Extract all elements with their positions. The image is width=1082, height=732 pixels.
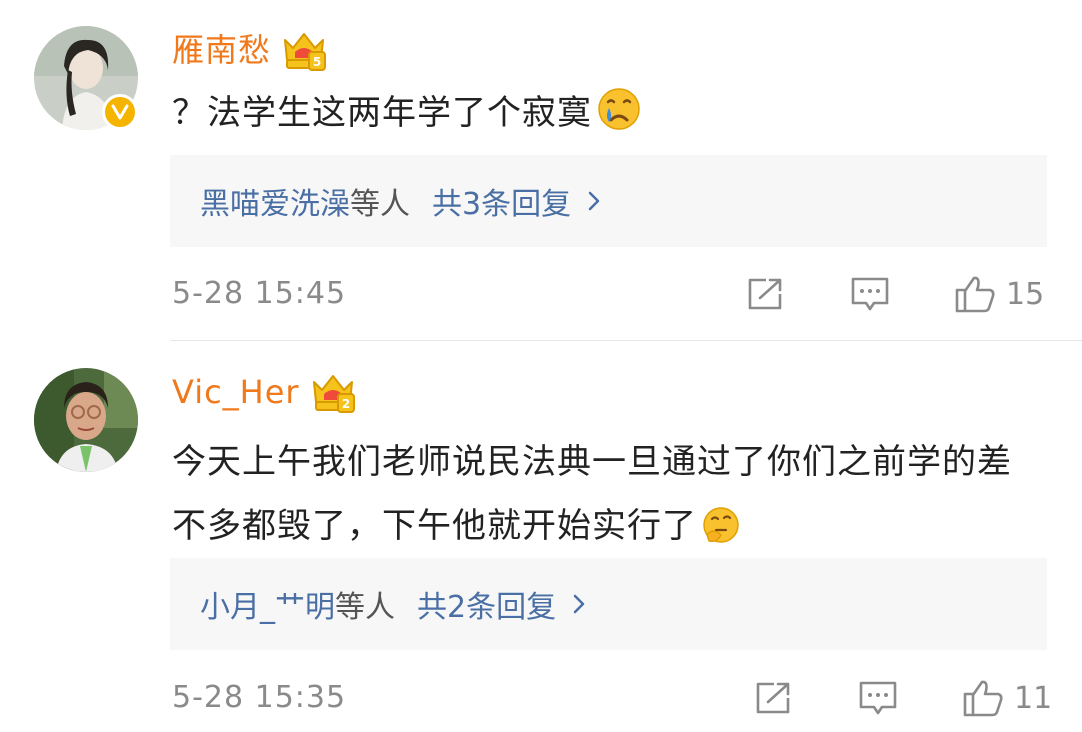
reply-count[interactable]: 共3条回复 bbox=[432, 179, 571, 223]
timestamp: 5-28 15:45 bbox=[172, 276, 347, 311]
crying-face-icon bbox=[596, 86, 642, 144]
share-icon[interactable] bbox=[754, 678, 794, 718]
like-count: 11 bbox=[1014, 680, 1053, 716]
like-icon bbox=[955, 276, 995, 313]
reply-count[interactable]: 共2条回复 bbox=[417, 582, 556, 626]
timestamp: 5-28 15:35 bbox=[172, 680, 347, 715]
replies-summary[interactable]: 小月_艹明 等人 共2条回复 bbox=[170, 558, 1047, 650]
like-count: 15 bbox=[1006, 276, 1045, 312]
username[interactable]: 雁南愁 bbox=[172, 30, 271, 70]
comment-text: ？法学生这两年学了个寂寞 bbox=[172, 86, 1042, 144]
reply-suffix: 等人 bbox=[335, 590, 395, 625]
reply-users[interactable]: 黑喵爱洗澡 bbox=[200, 179, 350, 223]
comment-icon[interactable] bbox=[858, 678, 898, 718]
like-button[interactable]: 15 bbox=[954, 274, 1044, 314]
like-icon bbox=[963, 680, 1003, 717]
reply-suffix: 等人 bbox=[350, 187, 410, 222]
crown-level-icon: 2 bbox=[312, 375, 355, 413]
like-button[interactable]: 11 bbox=[962, 678, 1052, 718]
avatar[interactable] bbox=[34, 368, 138, 472]
comment-icon[interactable] bbox=[850, 274, 890, 314]
svg-text:5: 5 bbox=[313, 55, 321, 69]
comment-item: 雁南愁 5 ？法学生这两年学了个寂寞 黑喵爱洗澡 等人 共3条回复 5-28 15:… bbox=[0, 0, 1082, 340]
svg-text:2: 2 bbox=[341, 397, 349, 411]
replies-summary[interactable]: 黑喵爱洗澡 等人 共3条回复 bbox=[170, 155, 1047, 247]
username[interactable]: Vic_Her bbox=[172, 372, 300, 412]
chevron-right-icon bbox=[587, 190, 601, 212]
comment-item: Vic_Her 2 今天上午我们老师说民法典一旦通过了你们之前学的差不多都毁了，… bbox=[0, 342, 1082, 732]
comment-text: 今天上午我们老师说民法典一旦通过了你们之前学的差不多都毁了，下午他就开始实行了 bbox=[172, 430, 1042, 566]
share-icon[interactable] bbox=[746, 274, 786, 314]
divider bbox=[170, 340, 1082, 341]
chevron-right-icon bbox=[572, 593, 586, 615]
crown-level-icon: 5 bbox=[284, 33, 327, 71]
verified-v-icon bbox=[102, 94, 138, 130]
reply-users[interactable]: 小月_艹明 bbox=[200, 582, 335, 626]
thinking-face-icon bbox=[701, 502, 741, 566]
